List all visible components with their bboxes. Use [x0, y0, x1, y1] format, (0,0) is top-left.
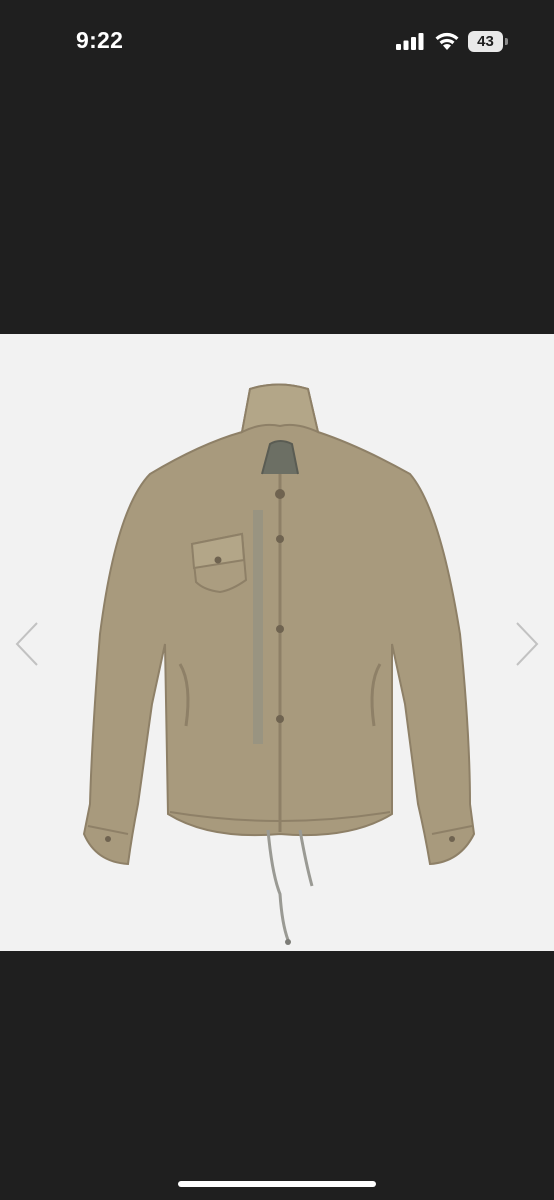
- status-bar: 9:22 43: [0, 0, 554, 84]
- signal-icon: [396, 33, 424, 50]
- battery-body: 43: [468, 31, 503, 52]
- status-time: 9:22: [76, 27, 124, 53]
- home-indicator[interactable]: [178, 1181, 376, 1187]
- jacket-photo: [82, 383, 476, 945]
- product-image[interactable]: [0, 334, 554, 951]
- battery-icon: 43: [468, 31, 508, 52]
- battery-cap: [505, 38, 508, 45]
- chevron-left-icon[interactable]: [12, 620, 42, 668]
- battery-level: 43: [477, 33, 494, 50]
- chevron-right-icon[interactable]: [512, 620, 542, 668]
- screen: 9:22 43: [0, 0, 554, 1200]
- wifi-icon: [435, 32, 459, 50]
